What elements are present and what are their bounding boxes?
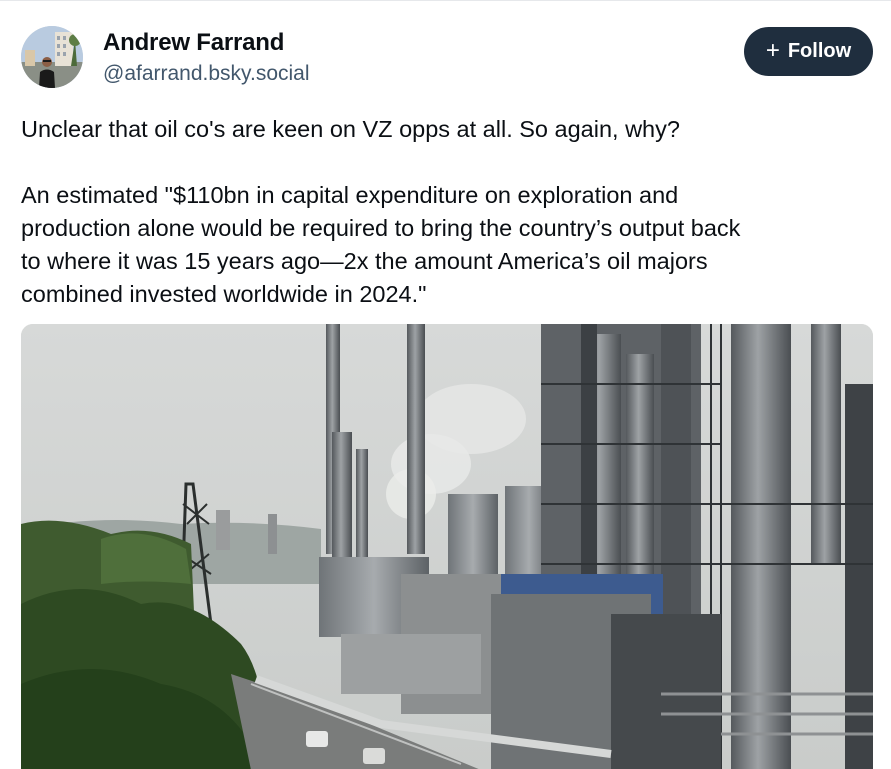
author-avatar[interactable]: [21, 26, 83, 88]
post-paragraph-2-line-3: to where it was 15 years ago—2x the amou…: [21, 248, 708, 274]
post-paragraph-2-line-4: combined invested worldwide in 2024.": [21, 281, 427, 307]
plus-icon: +: [765, 36, 780, 64]
follow-button-label: Follow: [787, 40, 852, 62]
post-image[interactable]: [21, 324, 873, 769]
post-paragraph-2-line-2: production alone would be required to br…: [21, 215, 741, 241]
post-paragraph-1: Unclear that oil co's are keen on VZ opp…: [21, 116, 680, 142]
follow-button[interactable]: + Follow: [744, 27, 873, 76]
post-paragraph-2-line-1: An estimated "$110bn in capital expendit…: [21, 182, 679, 208]
author-name[interactable]: Andrew Farrand: [103, 29, 284, 57]
post-text: Unclear that oil co's are keen on VZ opp…: [21, 113, 871, 311]
author-handle[interactable]: @afarrand.bsky.social: [103, 62, 310, 86]
post-card: Andrew Farrand @afarrand.bsky.social + F…: [0, 0, 891, 769]
oil-refinery-photo: [21, 324, 873, 769]
